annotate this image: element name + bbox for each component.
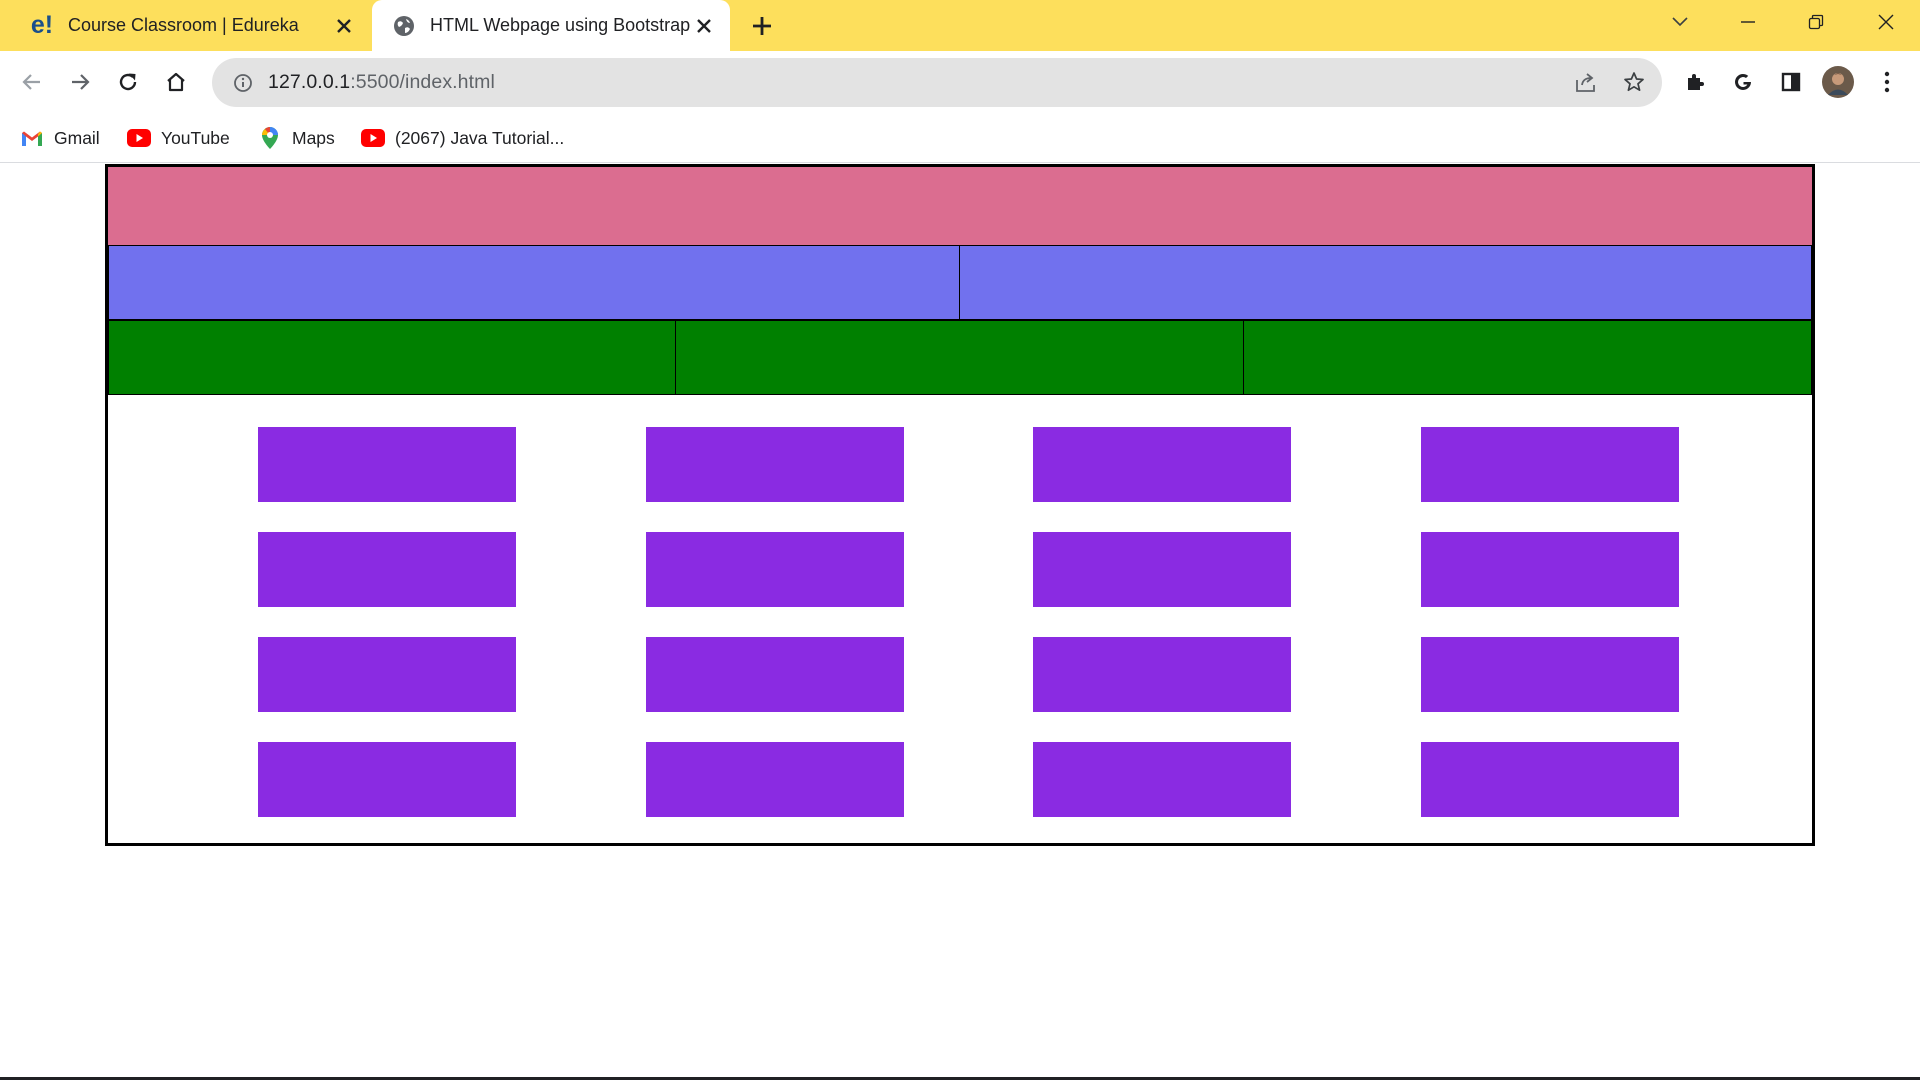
green-column-3 <box>1243 320 1812 395</box>
bookmarks-bar: Gmail YouTube Maps (2067) Java Tutorial.… <box>0 114 1920 163</box>
purple-box <box>258 742 516 817</box>
google-g-icon[interactable] <box>1725 64 1761 100</box>
purple-box <box>646 742 904 817</box>
tab-course-classroom[interactable]: e! Course Classroom | Edureka <box>0 0 370 51</box>
three-column-row <box>108 320 1812 395</box>
green-column-2 <box>675 320 1244 395</box>
purple-box <box>1421 637 1679 712</box>
reload-icon[interactable] <box>110 64 146 100</box>
tab-title: HTML Webpage using Bootstrap <box>430 15 691 35</box>
menu-kebab-icon[interactable] <box>1869 64 1905 100</box>
back-icon[interactable] <box>14 64 50 100</box>
purple-box <box>646 637 904 712</box>
url-host: 127.0.0.1 <box>268 71 351 93</box>
close-window-icon[interactable] <box>1866 6 1906 38</box>
tab-strip: e! Course Classroom | Edureka HTML Webpa… <box>0 0 1920 51</box>
header-row <box>108 167 1812 245</box>
bookmark-java-tutorial[interactable]: (2067) Java Tutorial... <box>361 124 564 152</box>
bookmark-youtube[interactable]: YouTube <box>127 124 230 152</box>
purple-box <box>258 532 516 607</box>
extensions-icon[interactable] <box>1677 64 1713 100</box>
purple-box <box>258 427 516 502</box>
maps-icon <box>258 126 282 150</box>
youtube-icon <box>127 126 151 150</box>
purple-box <box>1033 532 1291 607</box>
bookmark-star-icon[interactable] <box>1616 64 1652 100</box>
tab-title: Course Classroom | Edureka <box>68 15 299 35</box>
bookmark-gmail[interactable]: Gmail <box>20 124 100 152</box>
purple-box <box>1421 427 1679 502</box>
bootstrap-container <box>105 164 1815 846</box>
tab-html-webpage[interactable]: HTML Webpage using Bootstrap <box>372 0 730 51</box>
site-info-icon[interactable] <box>230 70 256 96</box>
share-icon[interactable] <box>1568 64 1604 100</box>
purple-box <box>258 637 516 712</box>
two-column-row <box>108 245 1812 320</box>
purple-box <box>1421 742 1679 817</box>
blue-column-1 <box>108 245 960 320</box>
purple-box <box>1033 427 1291 502</box>
new-tab-button[interactable] <box>748 12 776 40</box>
bookmark-label: Maps <box>292 127 335 148</box>
bookmark-label: Gmail <box>54 127 100 148</box>
purple-box <box>1421 532 1679 607</box>
edureka-logo: e! <box>28 11 56 40</box>
url-path: :5500/index.html <box>350 71 495 93</box>
globe-icon <box>390 12 418 40</box>
close-icon[interactable] <box>332 14 356 38</box>
gmail-icon <box>20 126 44 150</box>
profile-avatar[interactable] <box>1820 64 1856 100</box>
purple-box <box>1033 637 1291 712</box>
url-text: 127.0.0.1:5500/index.html <box>268 71 495 94</box>
page-viewport <box>0 163 1920 1080</box>
purple-box <box>1033 742 1291 817</box>
restore-icon[interactable] <box>1796 6 1836 38</box>
forward-icon[interactable] <box>62 64 98 100</box>
bookmark-label: (2067) Java Tutorial... <box>395 127 565 148</box>
green-column-1 <box>108 320 676 395</box>
purple-box <box>646 532 904 607</box>
blue-column-2 <box>959 245 1812 320</box>
bookmark-maps[interactable]: Maps <box>258 124 335 152</box>
home-icon[interactable] <box>158 64 194 100</box>
side-panel-icon[interactable] <box>1773 64 1809 100</box>
youtube-icon <box>361 126 385 150</box>
address-bar[interactable]: 127.0.0.1:5500/index.html <box>212 58 1662 107</box>
edureka-logo-text: e! <box>30 11 54 39</box>
tab-search-icon[interactable] <box>1660 6 1700 38</box>
bookmark-label: YouTube <box>161 127 230 148</box>
purple-box <box>646 427 904 502</box>
minimize-icon[interactable] <box>1728 6 1768 38</box>
close-icon[interactable] <box>692 14 716 38</box>
